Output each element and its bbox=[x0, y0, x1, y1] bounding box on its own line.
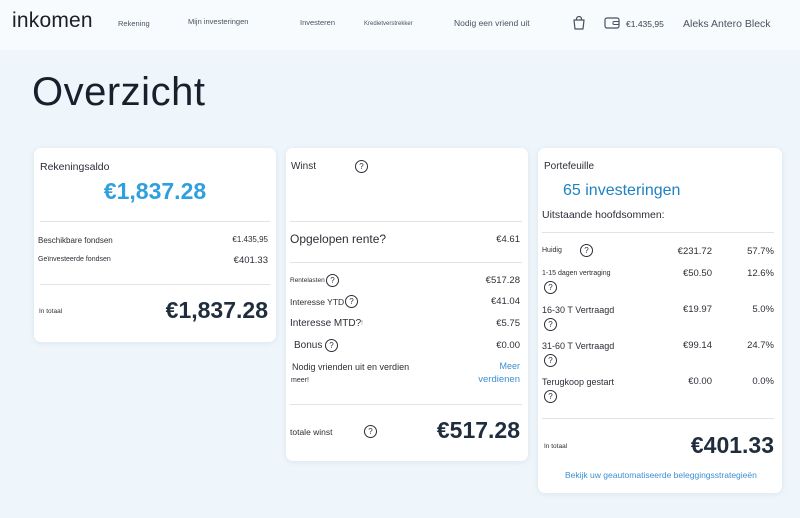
interest-mtd-value: €5.75 bbox=[496, 318, 520, 329]
total-label: In totaal bbox=[544, 443, 568, 450]
divider bbox=[290, 404, 522, 405]
help-icon[interactable]: ? bbox=[325, 339, 338, 352]
status-amount: €19.97 bbox=[682, 304, 712, 315]
total-profit-label: totale winst bbox=[290, 427, 333, 437]
outstanding-principal-label: Uitstaande hoofdsommen: bbox=[542, 209, 665, 221]
status-amount: €231.72 bbox=[677, 246, 712, 257]
help-icon[interactable]: ? bbox=[364, 425, 377, 438]
divider bbox=[290, 221, 522, 222]
card-title: Winst bbox=[291, 161, 316, 172]
divider bbox=[542, 232, 774, 233]
interest-value: €517.28 bbox=[485, 275, 520, 286]
logo[interactable]: inkomen bbox=[12, 9, 93, 33]
account-balance-card: Rekeningsaldo €1,837.28 Beschikbare fond… bbox=[34, 148, 276, 342]
help-icon[interactable]: ? bbox=[355, 160, 368, 173]
shopping-bag-icon[interactable] bbox=[571, 15, 587, 31]
available-funds-label: Beschikbare fondsen bbox=[38, 236, 113, 245]
divider bbox=[40, 221, 270, 222]
wallet-icon[interactable] bbox=[604, 16, 620, 30]
nav-mijn-investeringen[interactable]: Mijn investeringen bbox=[188, 17, 248, 26]
total-profit-value: €517.28 bbox=[436, 417, 520, 443]
invite-text: Nodig vrienden uit en verdien bbox=[292, 362, 410, 372]
bonus-label: Bonus bbox=[294, 340, 323, 351]
help-icon[interactable]: ? bbox=[544, 390, 557, 403]
invested-funds-label: Geïnvesteerde fondsen bbox=[38, 256, 111, 263]
status-amount: €50.50 bbox=[682, 268, 712, 279]
invested-funds-value: €401.33 bbox=[233, 255, 268, 266]
nav-invite-friend[interactable]: Nodig een vriend uit bbox=[454, 18, 530, 28]
strategy-link[interactable]: Bekijk uw geautomatiseerde beleggingsstr… bbox=[565, 470, 757, 480]
total-label: In totaal bbox=[39, 308, 63, 315]
status-label: 1-15 dagen vertraging bbox=[542, 270, 611, 277]
card-title: Rekeningsaldo bbox=[40, 161, 110, 173]
card-title: Portefeuille bbox=[544, 161, 595, 172]
user-name[interactable]: Aleks Antero Bleck bbox=[683, 18, 771, 30]
status-percentage: 12.6% bbox=[747, 268, 774, 279]
divider bbox=[542, 418, 774, 419]
divider bbox=[290, 262, 522, 263]
earn-more-link-continued[interactable]: verdienen bbox=[478, 374, 520, 385]
status-label: Huidig bbox=[542, 247, 562, 254]
status-amount: €99.14 bbox=[682, 340, 712, 351]
page-title: Overzicht bbox=[32, 70, 206, 114]
help-icon[interactable]: ? bbox=[345, 295, 358, 308]
interest-label: Rentelasten bbox=[290, 277, 325, 284]
interest-mtd-label: Interesse MTD? bbox=[290, 318, 362, 329]
account-balance: €1.435,95 bbox=[626, 19, 664, 29]
status-label: 31-60 T Vertraagd bbox=[542, 341, 615, 351]
investment-count[interactable]: 65 investeringen bbox=[563, 182, 680, 200]
help-icon[interactable]: ? bbox=[544, 354, 557, 367]
status-percentage: 0.0% bbox=[752, 376, 774, 387]
interest-ytd-label: Interesse YTD bbox=[290, 297, 345, 307]
interest-ytd-value: €41.04 bbox=[490, 296, 520, 307]
status-label: 16-30 T Vertraagd bbox=[542, 305, 615, 315]
divider bbox=[40, 284, 270, 285]
nav-rekening[interactable]: Rekening bbox=[118, 19, 150, 28]
invite-text-continued: meer! bbox=[291, 377, 309, 384]
status-percentage: 5.0% bbox=[752, 304, 774, 315]
help-icon[interactable]: ? bbox=[544, 318, 557, 331]
interest-mtd-separator: ! bbox=[361, 320, 363, 327]
top-navigation-bar: inkomen Rekening Mijn investeringen Inve… bbox=[0, 0, 800, 50]
accrued-interest-value: €4.61 bbox=[496, 234, 520, 245]
status-amount: €0.00 bbox=[688, 376, 712, 387]
accrued-interest-label: Opgelopen rente? bbox=[290, 232, 387, 246]
bonus-value: €0.00 bbox=[496, 340, 520, 351]
nav-kredietverstrekker[interactable]: Kredietverstrekker bbox=[364, 21, 413, 27]
status-percentage: 57.7% bbox=[747, 246, 774, 257]
total-value: €1,837.28 bbox=[165, 297, 268, 323]
balance-amount: €1,837.28 bbox=[103, 178, 207, 204]
earn-more-link[interactable]: Meer bbox=[499, 361, 520, 371]
available-funds-value: €1.435,95 bbox=[232, 235, 268, 244]
help-icon[interactable]: ? bbox=[580, 244, 593, 257]
status-label: Terugkoop gestart bbox=[542, 377, 615, 387]
nav-investeren[interactable]: Investeren bbox=[300, 18, 335, 27]
portfolio-card: Portefeuille 65 investeringen Uitstaande… bbox=[538, 148, 782, 493]
help-icon[interactable]: ? bbox=[544, 281, 557, 294]
total-value: €401.33 bbox=[690, 432, 774, 458]
status-percentage: 24.7% bbox=[747, 340, 774, 351]
profit-card: Winst ? Opgelopen rente? €4.61 Rentelast… bbox=[286, 148, 528, 461]
help-icon[interactable]: ? bbox=[326, 274, 339, 287]
